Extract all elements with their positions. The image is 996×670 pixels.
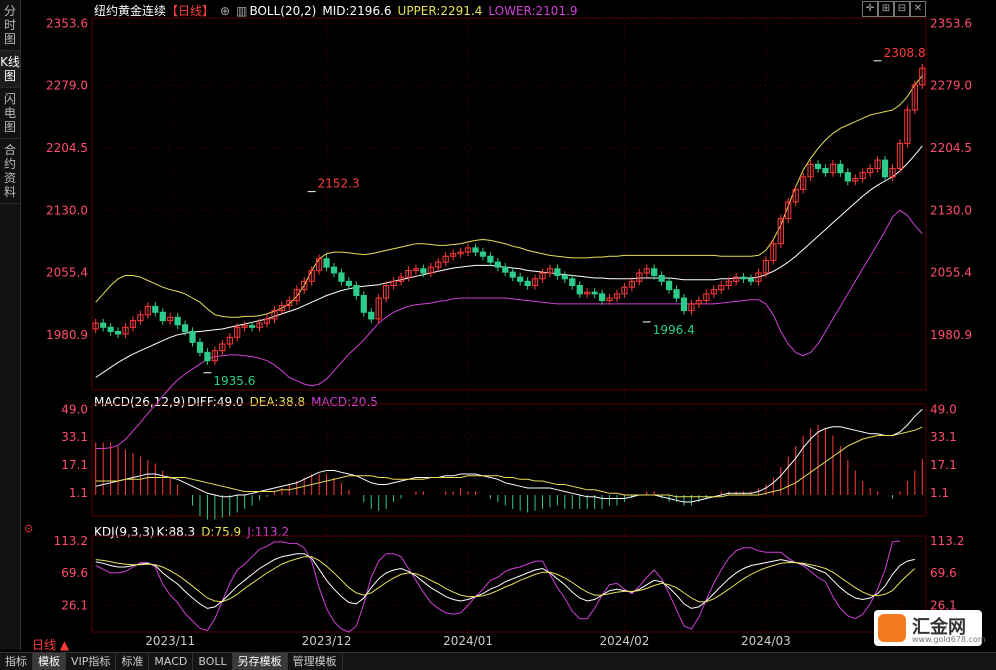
candle-body: [822, 167, 829, 174]
candle-body: [159, 311, 166, 322]
candle-body: [837, 163, 844, 174]
candle-body: [747, 278, 755, 282]
candle-body: [472, 247, 479, 253]
candle-body: [360, 295, 367, 313]
kdj-k-line: [95, 553, 915, 609]
price-axis-tick-label-left: 2130.0: [46, 203, 88, 217]
date-axis-label: 2024/01: [443, 634, 493, 648]
logo: 汇金网 www.gold678.com: [874, 610, 986, 646]
boll-button[interactable]: BOLL: [193, 653, 233, 670]
macd-axis-tick-label-left: 33.1: [61, 430, 88, 444]
macd-axis-tick-label-right: 33.1: [930, 430, 957, 444]
period-selector[interactable]: 日线 ▲: [32, 636, 69, 653]
logo-icon: [878, 614, 906, 642]
date-axis-label: 2023/11: [145, 634, 195, 648]
price-axis-tick-label-right: 2130.0: [930, 203, 972, 217]
candle-body: [814, 163, 822, 169]
candle-body: [554, 268, 561, 276]
macd-axis-tick-label-right: 49.0: [930, 402, 957, 416]
candle-body: [345, 280, 353, 287]
logo-url: www.gold678.com: [912, 635, 986, 644]
price-axis-tick-label-left: 1980.9: [46, 328, 88, 342]
candle-body: [844, 172, 851, 182]
candle-body: [196, 341, 204, 353]
candle-body: [680, 297, 688, 312]
candle-body: [174, 316, 181, 326]
macd-axis-tick-label-left: 1.1: [69, 486, 88, 500]
price-annotation: 2308.8: [884, 46, 926, 60]
candle-body: [502, 266, 509, 273]
price-axis-tick-label-left: 2353.6: [46, 16, 88, 30]
candle-body: [569, 278, 576, 287]
macd-axis-tick-label-right: 17.1: [930, 458, 957, 472]
candle-body: [248, 325, 256, 328]
candle-body: [598, 293, 606, 302]
chart-canvas[interactable]: 1980.9 1980.9 2055.4 2055.4 2130.0 2130.0 2204…: [0, 0, 996, 650]
price-axis-tick-label-left: 2055.4: [46, 266, 88, 280]
candle-body: [181, 324, 189, 332]
date-axis-label: 2023/12: [302, 634, 352, 648]
macd-axis-tick-label-right: 1.1: [930, 486, 949, 500]
bottom-toolbar: 指标 模板 VIP指标 标准 MACD BOLL 另存模板 管理模板: [0, 652, 996, 670]
macd-button[interactable]: MACD: [149, 653, 194, 670]
macd-diff-line: [95, 408, 923, 503]
candle-body: [517, 276, 524, 282]
candle-body: [368, 311, 375, 320]
kdj-d-line: [95, 556, 916, 603]
candle-body: [479, 251, 487, 257]
candle-body: [576, 285, 583, 295]
candle-body: [100, 322, 107, 328]
kdj-panel-frame: [91, 535, 927, 633]
price-annotation: 1996.4: [653, 323, 695, 337]
date-axis-label: 2024/02: [599, 634, 649, 648]
candle-body: [338, 272, 345, 282]
candle-body: [561, 274, 568, 280]
price-axis-tick-label-right: 2204.5: [930, 141, 972, 155]
candle-body: [673, 289, 680, 299]
candle-body: [107, 326, 114, 332]
indicator-button[interactable]: 指标: [0, 653, 33, 670]
candle-body: [323, 258, 330, 268]
candle-body: [189, 330, 196, 343]
candle-body: [114, 330, 122, 335]
candle-body: [330, 266, 338, 274]
manage-template-button[interactable]: 管理模板: [288, 653, 343, 670]
save-template-button[interactable]: 另存模板: [232, 653, 288, 670]
vip-indicator-button[interactable]: VIP指标: [66, 653, 117, 670]
kdj-axis-tick-label-right: 69.6: [930, 566, 957, 580]
kdj-axis-tick-label-left: 69.6: [61, 566, 88, 580]
price-annotation: 1935.6: [213, 374, 255, 388]
macd-axis-tick-label-left: 17.1: [61, 458, 88, 472]
price-axis-tick-label-right: 2279.0: [930, 79, 972, 93]
price-axis-tick-label-left: 2279.0: [46, 79, 88, 93]
candle-body: [509, 271, 516, 278]
price-axis-tick-label-left: 2204.5: [46, 141, 88, 155]
candle-body: [740, 276, 747, 280]
template-button[interactable]: 模板: [33, 653, 66, 670]
candle-body: [494, 261, 501, 268]
price-axis-tick-label-right: 1980.9: [930, 328, 972, 342]
kdj-axis-tick-label-left: 26.1: [61, 598, 88, 612]
price-axis-tick-label-right: 2055.4: [930, 266, 972, 280]
candle-body: [651, 268, 658, 276]
price-axis-tick-label-right: 2353.6: [930, 16, 972, 30]
candle-body: [658, 274, 665, 282]
candle-body: [591, 291, 598, 295]
macd-axis-tick-label-left: 49.0: [61, 402, 88, 416]
candle-body: [487, 255, 494, 263]
candle-body: [524, 280, 531, 287]
candle-body: [152, 305, 159, 313]
price-annotation: 2152.3: [318, 177, 360, 191]
kdj-axis-tick-label-right: 113.2: [930, 534, 964, 548]
candle-body: [353, 285, 360, 297]
candle-body: [204, 351, 211, 362]
kdj-axis-tick-label-left: 113.2: [54, 534, 88, 548]
price-panel-frame: [91, 17, 927, 391]
candle-body: [665, 280, 673, 291]
macd-panel-frame: [91, 403, 927, 517]
standard-button[interactable]: 标准: [116, 653, 150, 670]
candle-body: [420, 268, 427, 274]
candle-body: [881, 159, 889, 178]
date-axis-label: 2024/03: [741, 634, 791, 648]
